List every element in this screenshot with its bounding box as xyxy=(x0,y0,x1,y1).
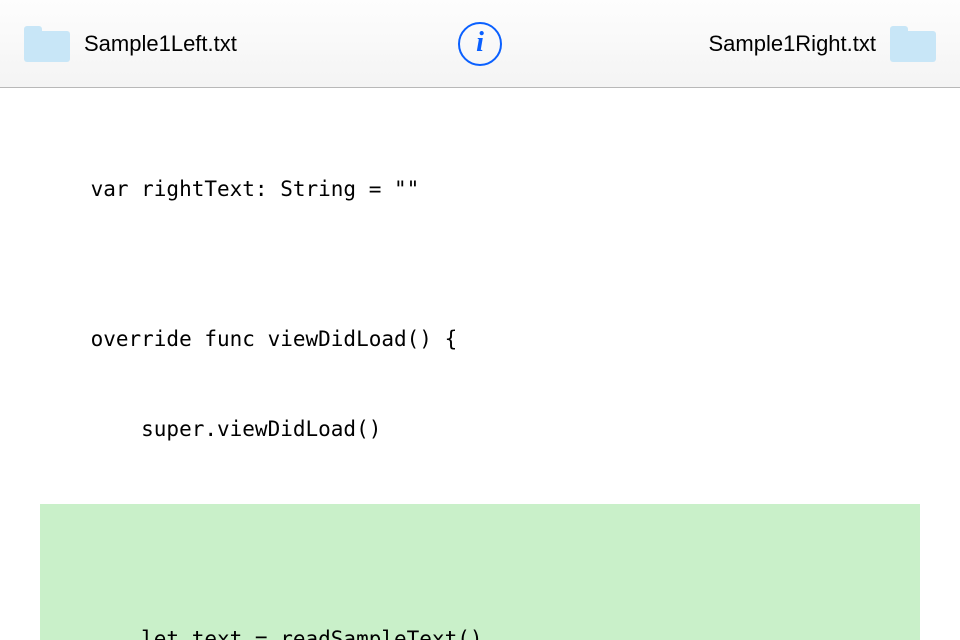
left-file-slot: Sample1Left.txt xyxy=(24,26,237,62)
folder-icon[interactable] xyxy=(24,26,70,62)
code-line: override func viewDidLoad() { xyxy=(0,324,960,354)
header-bar: Sample1Left.txt i Sample1Right.txt xyxy=(0,0,960,88)
diff-added-block: let text = readSampleText() leftTextView… xyxy=(40,504,920,640)
right-file-slot: Sample1Right.txt xyxy=(708,26,936,62)
left-filename: Sample1Left.txt xyxy=(84,31,237,57)
code-line-added: let text = readSampleText() xyxy=(40,624,920,640)
info-icon[interactable]: i xyxy=(458,22,502,66)
code-line: super.viewDidLoad() xyxy=(0,414,960,444)
code-line: var rightText: String = "" xyxy=(0,174,960,204)
folder-icon[interactable] xyxy=(890,26,936,62)
diff-content: var rightText: String = "" override func… xyxy=(0,88,960,640)
right-filename: Sample1Right.txt xyxy=(708,31,876,57)
code-block: var rightText: String = "" override func… xyxy=(0,114,960,640)
